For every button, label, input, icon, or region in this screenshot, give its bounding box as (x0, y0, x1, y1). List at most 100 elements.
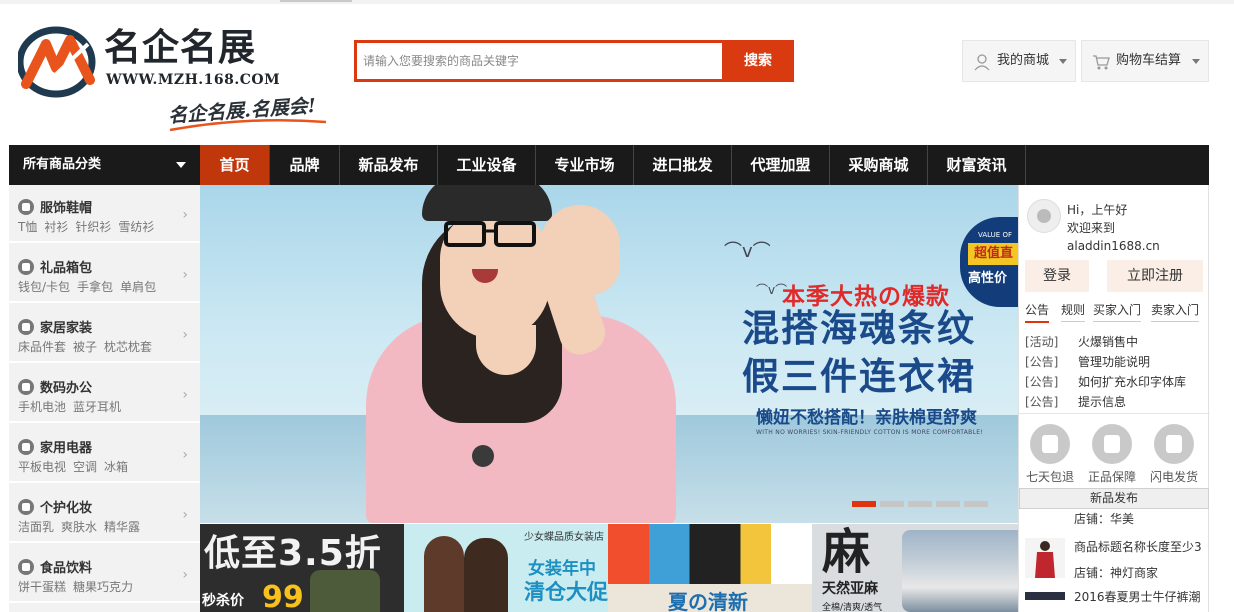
avatar[interactable] (1027, 199, 1061, 233)
greeting: Hi，上午好 欢迎来到 aladdin1688.cn (1067, 201, 1208, 255)
user-panel: Hi，上午好 欢迎来到 aladdin1688.cn 登录 立即注册 公告 规则… (1018, 185, 1210, 612)
subcategory-link[interactable]: 被子 (73, 340, 97, 354)
tab-seller-guide[interactable]: 卖家入门 (1151, 301, 1200, 322)
tab-announcement[interactable]: 公告 (1025, 301, 1050, 323)
truck-icon (1154, 424, 1194, 464)
subcategory-link[interactable]: 蓝牙耳机 (73, 400, 121, 414)
subcategory-link[interactable]: 雪纺衫 (118, 220, 154, 234)
search-button[interactable]: 搜索 (722, 40, 794, 82)
nav-item-home[interactable]: 首页 (200, 145, 270, 185)
subcategory-link[interactable]: 爽肤水 (61, 520, 97, 534)
nav-item-finance[interactable]: 财富资讯 (928, 145, 1026, 185)
category-home[interactable]: 家居家装 床品件套 被子 枕芯枕套 › (9, 305, 200, 363)
search-input[interactable] (359, 45, 721, 77)
notice-item[interactable]: [公告] 如何扩充水印字体库 (1025, 373, 1205, 393)
category-subs: 饼干蛋糕 糖果巧克力 (18, 578, 140, 595)
service-return[interactable]: 七天包退 (1020, 424, 1080, 485)
nav-item-franchise[interactable]: 代理加盟 (732, 145, 830, 185)
login-button[interactable]: 登录 (1025, 260, 1089, 292)
subcategory-link[interactable]: 空调 (73, 460, 97, 474)
nav-item-brand[interactable]: 品牌 (270, 145, 340, 185)
greeting-welcome: 欢迎来到 aladdin1688.cn (1067, 221, 1160, 253)
shirt-icon (18, 199, 34, 215)
promo-price: 99 (262, 580, 304, 612)
banner-headline-2: 假三件连衣裙 (742, 355, 976, 398)
subcategory-link[interactable]: 床品件套 (18, 340, 66, 354)
subcategory-link[interactable]: 手机电池 (18, 400, 66, 414)
model-pendant (472, 445, 494, 467)
chevron-right-icon: › (182, 207, 188, 223)
service-shipping[interactable]: 闪电发货 (1144, 424, 1204, 485)
site-logo[interactable]: 名企名展 WWW.MZH.168.COM 名企名展.名展会! (18, 20, 338, 135)
nav-item-procurement[interactable]: 采购商城 (830, 145, 928, 185)
seagull-icon: ⌒v⌒ (724, 241, 771, 262)
category-appliances[interactable]: 家用电器 平板电视 空调 冰箱 › (9, 425, 200, 483)
category-gifts-bags[interactable]: 礼品箱包 钱包/卡包 手拿包 单肩包 › (9, 245, 200, 303)
promo-discount: 低至3.5折 (204, 533, 382, 574)
notice-tag: [公告] (1025, 395, 1059, 409)
promo-thumb-sale[interactable]: 低至3.5折 秒杀价 99 (200, 524, 404, 612)
slider-dot[interactable] (852, 501, 876, 507)
slogan-swoosh (169, 118, 327, 132)
chevron-down-icon (1192, 59, 1200, 64)
notice-item[interactable]: [公告] 管理功能说明 (1025, 353, 1205, 373)
cart-button[interactable]: 购物车结算 (1081, 40, 1209, 82)
nav-item-import[interactable]: 进口批发 (634, 145, 732, 185)
notice-item[interactable]: [活动] 火爆销售中 (1025, 333, 1205, 353)
category-food[interactable]: 食品饮料 饼干蛋糕 糖果巧克力 › (9, 545, 200, 603)
subcategory-link[interactable]: 钱包/卡包 (18, 280, 70, 294)
tab-rules[interactable]: 规则 (1061, 301, 1086, 322)
subcategory-link[interactable]: 枕芯枕套 (104, 340, 152, 354)
slider-dot[interactable] (908, 501, 932, 507)
subcategory-link[interactable]: 手拿包 (77, 280, 113, 294)
subcategory-link[interactable]: 冰箱 (104, 460, 128, 474)
subcategory-link[interactable]: 平板电视 (18, 460, 66, 474)
tab-buyer-guide[interactable]: 买家入门 (1093, 301, 1142, 322)
category-title: 家居家装 (40, 321, 93, 336)
subcategory-link[interactable]: 饼干蛋糕 (18, 580, 66, 594)
promo-thumb-womens[interactable]: 少女蝶品质女装店 女装年中 清仓大促 (404, 524, 608, 612)
category-personal-care[interactable]: 个护化妆 洁面乳 爽肤水 精华露 › (9, 485, 200, 543)
register-button[interactable]: 立即注册 (1107, 260, 1203, 292)
my-mall-button[interactable]: 我的商城 (962, 40, 1076, 82)
slider-dot[interactable] (880, 501, 904, 507)
notice-tag: [活动] (1025, 335, 1059, 349)
nav-item-new-products[interactable]: 新品发布 (340, 145, 438, 185)
promo-linen-title: 天然亚麻 (822, 581, 878, 597)
category-title: 个护化妆 (40, 501, 93, 516)
promo-thumb-linen[interactable]: 麻 天然亚麻 全棉/清爽/透气 (812, 524, 1018, 612)
hero-banner[interactable]: ⌒v⌒ ⌒v⌒ 本季大热の爆款 混搭海魂条纹 假三件连衣裙 懒妞不愁搭配！亲肤棉… (200, 185, 1018, 523)
chevron-right-icon: › (182, 387, 188, 403)
subcategory-link[interactable]: 糖果巧克力 (73, 580, 133, 594)
shop-name: 店铺：华美 (1074, 512, 1135, 526)
promo-thumb-summer[interactable]: 夏の清新 (608, 524, 812, 612)
category-digital[interactable]: 数码办公 手机电池 蓝牙耳机 › (9, 365, 200, 423)
product-title: 商品标题名称长度至少3 (1074, 540, 1202, 554)
top-strip (0, 0, 1234, 4)
promo-shop-name: 少女蝶品质女装店 (524, 532, 604, 543)
chevron-right-icon: › (182, 567, 188, 583)
nav-item-industrial[interactable]: 工业设备 (438, 145, 536, 185)
slider-dot[interactable] (964, 501, 988, 507)
cart-icon (1093, 55, 1110, 70)
model-cap (422, 185, 552, 221)
nav-item-market[interactable]: 专业市场 (536, 145, 634, 185)
subcategory-link[interactable]: 单肩包 (120, 280, 156, 294)
subcategory-link[interactable]: T恤 (18, 220, 37, 234)
category-sidebar: 服饰鞋帽 T恤 衬衫 针织衫 雪纺衫 › 礼品箱包 钱包/卡包 手拿包 单肩包 › 家居家… (9, 185, 200, 612)
subcategory-link[interactable]: 衬衫 (44, 220, 68, 234)
category-subs: T恤 衬衫 针织衫 雪纺衫 (18, 218, 161, 235)
category-apparel[interactable]: 服饰鞋帽 T恤 衬衫 针织衫 雪纺衫 › (9, 185, 200, 243)
chevron-down-icon (176, 162, 186, 168)
notice-item[interactable]: [公告] 提示信息 (1025, 393, 1205, 413)
service-genuine[interactable]: 正品保障 (1082, 424, 1142, 485)
subcategory-link[interactable]: 精华露 (104, 520, 140, 534)
subcategory-link[interactable]: 洁面乳 (18, 520, 54, 534)
slider-dot[interactable] (936, 501, 960, 507)
badge-top: VALUE OF (978, 231, 1012, 239)
logo-mark-icon (18, 26, 96, 98)
subcategory-link[interactable]: 针织衫 (75, 220, 111, 234)
food-icon (18, 559, 34, 575)
cosmetics-icon (18, 499, 34, 515)
all-categories-button[interactable]: 所有商品分类 (9, 145, 200, 185)
